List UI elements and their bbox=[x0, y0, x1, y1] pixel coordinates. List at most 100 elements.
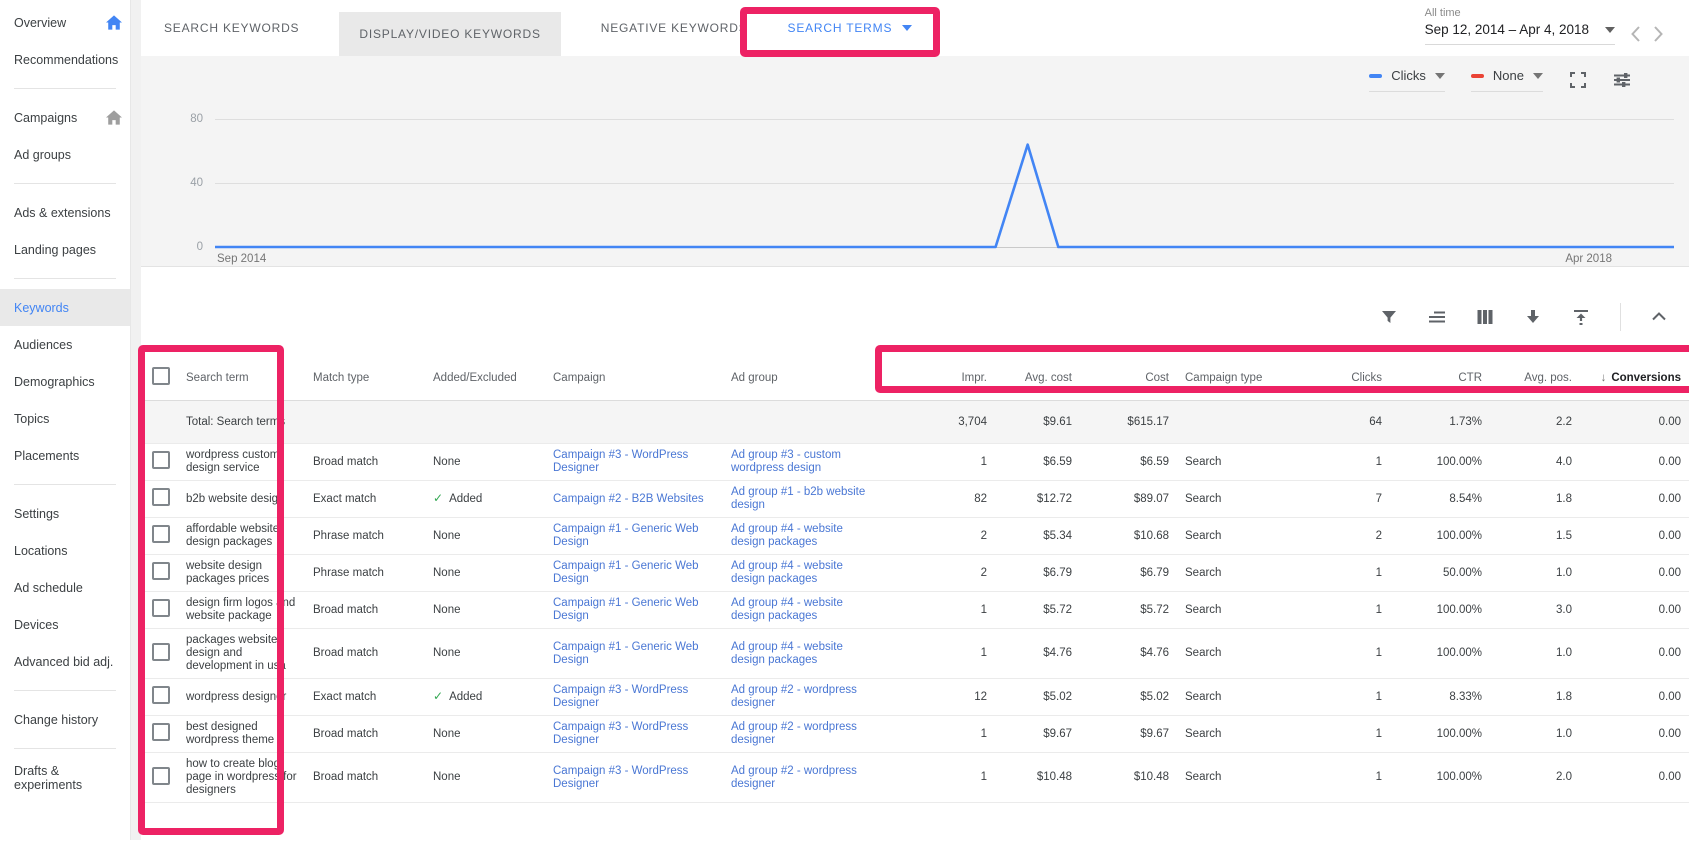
sidebar-divider bbox=[14, 690, 116, 691]
row-checkbox[interactable] bbox=[152, 525, 170, 543]
campaign-link[interactable]: Campaign #1 - Generic Web Design bbox=[553, 597, 699, 622]
total-campaign bbox=[545, 401, 723, 444]
row-checkbox-cell bbox=[140, 629, 180, 679]
sidebar-item-topics[interactable]: Topics bbox=[0, 400, 130, 437]
conversions-cell: 0.00 bbox=[1580, 679, 1689, 716]
x-axis-start-label: Sep 2014 bbox=[217, 253, 266, 265]
previous-period-button[interactable] bbox=[1631, 26, 1640, 42]
ad-group-link[interactable]: Ad group #2 - wordpress designer bbox=[731, 765, 857, 790]
col-header-avg-cost[interactable]: Avg. cost bbox=[995, 356, 1080, 401]
col-header-match-type[interactable]: Match type bbox=[305, 356, 425, 401]
col-header-conversions[interactable]: ↓Conversions bbox=[1580, 356, 1689, 401]
tab-search-terms[interactable]: SEARCH TERMS bbox=[788, 0, 913, 56]
campaign-link[interactable]: Campaign #3 - WordPress Designer bbox=[553, 684, 688, 709]
ad-group-link[interactable]: Ad group #4 - website design packages bbox=[731, 597, 843, 622]
download-icon[interactable] bbox=[1524, 308, 1542, 326]
segment-icon[interactable] bbox=[1428, 308, 1446, 326]
campaign-link[interactable]: Campaign #3 - WordPress Designer bbox=[553, 765, 688, 790]
sidebar-item-advanced-bid-adj[interactable]: Advanced bid adj. bbox=[0, 643, 130, 680]
avg-pos-cell: 1.8 bbox=[1490, 481, 1580, 518]
sidebar-scrollbar[interactable] bbox=[130, 0, 141, 840]
row-checkbox[interactable] bbox=[152, 562, 170, 580]
filter-icon[interactable] bbox=[1380, 308, 1398, 326]
col-header-ad-group[interactable]: Ad group bbox=[723, 356, 880, 401]
sidebar-item-overview[interactable]: Overview bbox=[0, 4, 130, 41]
col-header-clicks[interactable]: Clicks bbox=[1300, 356, 1390, 401]
col-header-avg-pos[interactable]: Avg. pos. bbox=[1490, 356, 1580, 401]
sidebar-item-label: Devices bbox=[14, 618, 58, 632]
sidebar-item-drafts-experiments[interactable]: Drafts & experiments bbox=[0, 759, 130, 796]
row-checkbox[interactable] bbox=[152, 451, 170, 469]
sidebar-item-settings[interactable]: Settings bbox=[0, 495, 130, 532]
sidebar-item-demographics[interactable]: Demographics bbox=[0, 363, 130, 400]
col-header-cost[interactable]: Cost bbox=[1080, 356, 1177, 401]
sidebar-item-ads-extensions[interactable]: Ads & extensions bbox=[0, 194, 130, 231]
ad-group-link[interactable]: Ad group #4 - website design packages bbox=[731, 523, 843, 548]
row-checkbox[interactable] bbox=[152, 599, 170, 617]
sidebar-item-landing-pages[interactable]: Landing pages bbox=[0, 231, 130, 268]
sidebar-item-change-history[interactable]: Change history bbox=[0, 701, 130, 738]
sidebar-item-devices[interactable]: Devices bbox=[0, 606, 130, 643]
total-cost: $615.17 bbox=[1080, 401, 1177, 444]
next-period-button[interactable] bbox=[1654, 26, 1663, 42]
ad-group-link[interactable]: Ad group #4 - website design packages bbox=[731, 641, 843, 666]
avg-cost-cell: $10.48 bbox=[995, 753, 1080, 803]
col-header-search-term[interactable]: Search term bbox=[180, 356, 305, 401]
metric-1-dropdown[interactable]: Clicks bbox=[1369, 68, 1445, 92]
row-checkbox[interactable] bbox=[152, 723, 170, 741]
ad-group-link[interactable]: Ad group #2 - wordpress designer bbox=[731, 721, 857, 746]
date-range-selector[interactable]: Sep 12, 2014 – Apr 4, 2018 bbox=[1425, 22, 1615, 45]
sidebar-item-label: Placements bbox=[14, 449, 79, 463]
row-checkbox[interactable] bbox=[152, 767, 170, 785]
ad-group-link[interactable]: Ad group #2 - wordpress designer bbox=[731, 684, 857, 709]
ad-group-link[interactable]: Ad group #4 - website design packages bbox=[731, 560, 843, 585]
col-header-ctr[interactable]: CTR bbox=[1390, 356, 1490, 401]
sidebar-item-keywords[interactable]: Keywords bbox=[0, 289, 130, 326]
search-term-cell: best designed wordpress theme bbox=[180, 716, 305, 753]
col-header-campaign-type[interactable]: Campaign type bbox=[1177, 356, 1300, 401]
campaign-link[interactable]: Campaign #3 - WordPress Designer bbox=[553, 721, 688, 746]
added-excluded-cell: None bbox=[425, 555, 545, 592]
col-header-campaign[interactable]: Campaign bbox=[545, 356, 723, 401]
clicks-cell: 1 bbox=[1300, 444, 1390, 481]
columns-icon[interactable] bbox=[1476, 308, 1494, 326]
tab-display-video-keywords[interactable]: DISPLAY/VIDEO KEYWORDS bbox=[339, 12, 560, 56]
fullscreen-icon[interactable] bbox=[1569, 71, 1587, 89]
row-checkbox[interactable] bbox=[152, 643, 170, 661]
chart-settings-icon[interactable] bbox=[1613, 71, 1631, 89]
home-icon bbox=[106, 15, 122, 30]
campaign-link[interactable]: Campaign #3 - WordPress Designer bbox=[553, 449, 688, 474]
campaign-link[interactable]: Campaign #2 - B2B Websites bbox=[553, 493, 704, 505]
sidebar-item-locations[interactable]: Locations bbox=[0, 532, 130, 569]
metric-2-dropdown[interactable]: None bbox=[1471, 68, 1543, 92]
row-checkbox[interactable] bbox=[152, 488, 170, 506]
table-row-website-design-packages-prices: website design packages pricesPhrase mat… bbox=[140, 555, 1689, 592]
table-row-best-designed-wordpress-theme: best designed wordpress themeBroad match… bbox=[140, 716, 1689, 753]
search-term-cell: packages website design and development … bbox=[180, 629, 305, 679]
ad-group-link[interactable]: Ad group #3 - custom wordpress design bbox=[731, 449, 841, 474]
campaign-link[interactable]: Campaign #1 - Generic Web Design bbox=[553, 560, 699, 585]
row-checkbox-cell bbox=[140, 753, 180, 803]
ad-group-link[interactable]: Ad group #1 - b2b website design bbox=[731, 486, 865, 511]
expand-rows-icon[interactable] bbox=[1572, 308, 1590, 326]
sidebar-item-ad-schedule[interactable]: Ad schedule bbox=[0, 569, 130, 606]
col-header-impr[interactable]: Impr. bbox=[880, 356, 995, 401]
sidebar-item-recommendations[interactable]: Recommendations bbox=[0, 41, 130, 78]
tab-search-keywords[interactable]: SEARCH KEYWORDS bbox=[164, 0, 299, 56]
col-header-added-excluded[interactable]: Added/Excluded bbox=[425, 356, 545, 401]
collapse-table-icon[interactable] bbox=[1651, 309, 1667, 325]
campaign-link[interactable]: Campaign #1 - Generic Web Design bbox=[553, 523, 699, 548]
avg-pos-cell: 3.0 bbox=[1490, 592, 1580, 629]
row-checkbox[interactable] bbox=[152, 686, 170, 704]
campaign-cell: Campaign #3 - WordPress Designer bbox=[545, 679, 723, 716]
sidebar-item-ad-groups[interactable]: Ad groups bbox=[0, 136, 130, 173]
sidebar-item-campaigns[interactable]: Campaigns bbox=[0, 99, 130, 136]
sidebar-item-placements[interactable]: Placements bbox=[0, 437, 130, 474]
chevron-down-icon bbox=[902, 25, 912, 31]
added-excluded-cell: None bbox=[425, 592, 545, 629]
select-all-checkbox[interactable] bbox=[152, 367, 170, 385]
impr-cell: 2 bbox=[880, 518, 995, 555]
campaign-link[interactable]: Campaign #1 - Generic Web Design bbox=[553, 641, 699, 666]
tab-negative-keywords[interactable]: NEGATIVE KEYWORDS bbox=[601, 0, 748, 56]
sidebar-item-audiences[interactable]: Audiences bbox=[0, 326, 130, 363]
